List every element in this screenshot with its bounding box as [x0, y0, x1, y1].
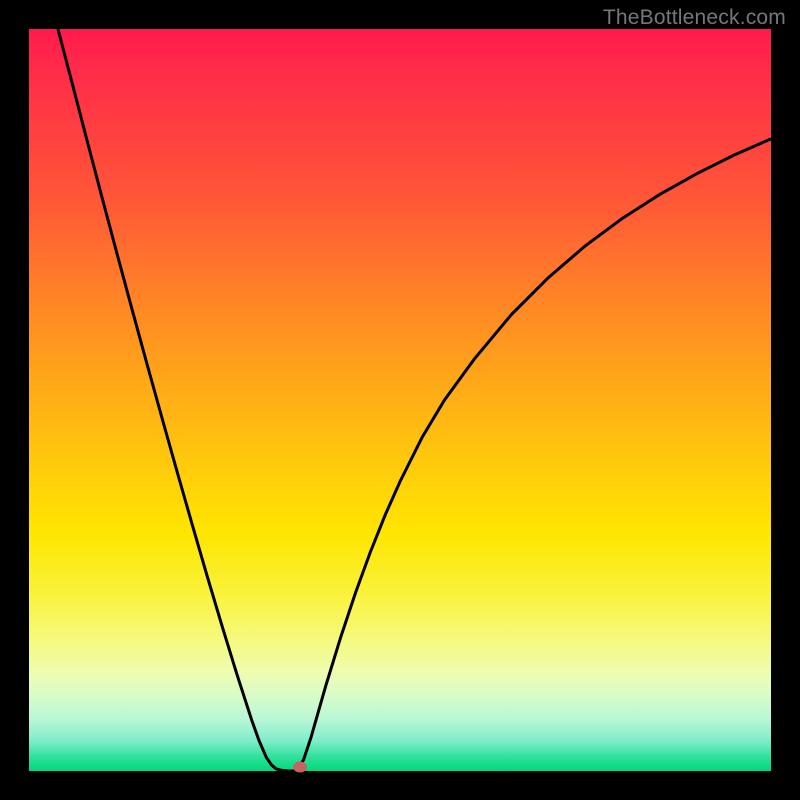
curve-path-right [296, 139, 771, 771]
plot-area [29, 29, 771, 771]
curve-path-left [58, 29, 296, 771]
minimum-marker [293, 762, 307, 773]
curve-svg [29, 29, 771, 771]
chart-container: TheBottleneck.com [0, 0, 800, 800]
watermark-text: TheBottleneck.com [603, 6, 786, 30]
